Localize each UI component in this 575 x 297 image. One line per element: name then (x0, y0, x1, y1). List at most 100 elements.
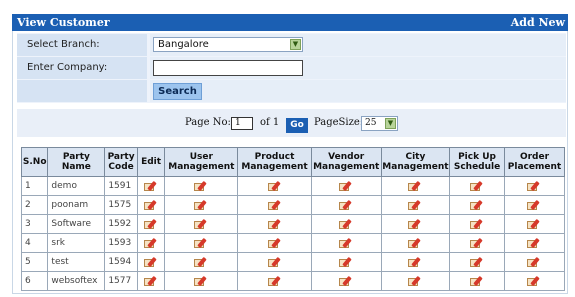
cell-name: websoftex (47, 271, 106, 291)
edit-icon[interactable] (194, 256, 208, 268)
edit-icon[interactable] (194, 218, 208, 230)
edit-icon[interactable] (339, 256, 353, 268)
cell-sno: 3 (20, 214, 49, 234)
edit-icon[interactable] (527, 275, 541, 287)
pagination-bar: Page No: 1 of 1 Go PageSize: 25 ▼ (17, 109, 566, 137)
cell-vendor-management (310, 214, 382, 234)
column-header: Party Code (104, 147, 138, 177)
cell-order-placement (503, 252, 566, 272)
cell-vendor-management (310, 233, 382, 253)
table-row: 3 Software 1592 (20, 214, 566, 234)
edit-icon[interactable] (267, 275, 282, 287)
edit-icon[interactable] (339, 275, 353, 287)
cell-city-management (380, 271, 451, 291)
edit-icon[interactable] (194, 237, 208, 249)
edit-icon[interactable] (408, 256, 422, 268)
chevron-down-icon[interactable]: ▼ (290, 39, 301, 50)
cell-sno: 6 (20, 271, 49, 291)
column-header: S.No (20, 147, 49, 177)
edit-icon[interactable] (267, 218, 282, 230)
edit-icon[interactable] (267, 180, 282, 192)
cell-pick-up-schedule (449, 195, 505, 215)
edit-icon[interactable] (194, 199, 208, 211)
edit-icon[interactable] (470, 180, 484, 192)
filter-form: Select Branch: Bangalore ▼ Enter Company… (17, 33, 566, 103)
edit-icon[interactable] (470, 199, 484, 211)
search-row-spacer (17, 80, 147, 102)
cell-user-management (164, 271, 239, 291)
edit-icon[interactable] (408, 275, 422, 287)
page-no-label: Page No: (185, 117, 231, 128)
edit-icon[interactable] (527, 256, 541, 268)
cell-product-management (237, 271, 312, 291)
company-label: Enter Company: (17, 57, 147, 79)
cell-user-management (164, 214, 239, 234)
branch-select[interactable]: Bangalore ▼ (153, 37, 303, 52)
column-header: Order Placement (503, 147, 566, 177)
cell-city-management (380, 233, 451, 253)
edit-icon[interactable] (408, 218, 422, 230)
edit-icon[interactable] (267, 237, 282, 249)
cell-edit (136, 176, 166, 196)
panel-header: View Customer Add New (12, 14, 568, 31)
edit-icon[interactable] (339, 199, 353, 211)
edit-icon[interactable] (470, 218, 484, 230)
edit-icon[interactable] (408, 237, 422, 249)
page-size-select[interactable]: 25 ▼ (361, 116, 398, 131)
cell-code: 1594 (104, 252, 138, 272)
edit-icon[interactable] (527, 237, 541, 249)
edit-icon[interactable] (194, 275, 208, 287)
edit-icon[interactable] (339, 237, 353, 249)
chevron-down-icon[interactable]: ▼ (385, 118, 396, 129)
cell-vendor-management (310, 176, 382, 196)
company-input[interactable] (153, 60, 303, 76)
page-size-value: 25 (365, 118, 377, 128)
edit-icon[interactable] (267, 199, 282, 211)
edit-icon[interactable] (194, 180, 208, 192)
column-header: Edit (136, 147, 166, 177)
edit-icon[interactable] (339, 218, 353, 230)
edit-icon[interactable] (527, 218, 541, 230)
edit-icon[interactable] (408, 199, 422, 211)
customer-table: S.No Party Name Party Code Edit User Man… (20, 147, 566, 291)
cell-edit (136, 214, 166, 234)
cell-pick-up-schedule (449, 271, 505, 291)
cell-vendor-management (310, 252, 382, 272)
edit-icon[interactable] (144, 180, 158, 192)
cell-order-placement (503, 176, 566, 196)
column-header: Product Management (237, 147, 312, 177)
cell-sno: 2 (20, 195, 49, 215)
cell-code: 1575 (104, 195, 138, 215)
cell-name: Software (47, 214, 106, 234)
edit-icon[interactable] (144, 275, 158, 287)
edit-icon[interactable] (470, 237, 484, 249)
edit-icon[interactable] (527, 180, 541, 192)
edit-icon[interactable] (527, 199, 541, 211)
add-new-link[interactable]: Add New (511, 14, 565, 31)
go-button[interactable]: Go (286, 118, 308, 133)
edit-icon[interactable] (144, 218, 158, 230)
edit-icon[interactable] (267, 256, 282, 268)
edit-icon[interactable] (144, 237, 158, 249)
edit-icon[interactable] (144, 256, 158, 268)
cell-code: 1577 (104, 271, 138, 291)
cell-sno: 4 (20, 233, 49, 253)
table-row: 1 demo 1591 (20, 176, 566, 196)
cell-product-management (237, 195, 312, 215)
edit-icon[interactable] (408, 180, 422, 192)
edit-icon[interactable] (470, 256, 484, 268)
edit-icon[interactable] (339, 180, 353, 192)
search-button[interactable]: Search (153, 83, 202, 100)
column-header: Party Name (47, 147, 106, 177)
page-number-input[interactable]: 1 (231, 117, 253, 130)
page-size-label: PageSize: (314, 117, 364, 128)
column-header: User Management (164, 147, 239, 177)
column-header: City Management (380, 147, 451, 177)
cell-pick-up-schedule (449, 214, 505, 234)
cell-city-management (380, 214, 451, 234)
edit-icon[interactable] (144, 199, 158, 211)
table-row: 4 srk 1593 (20, 233, 566, 253)
edit-icon[interactable] (470, 275, 484, 287)
cell-user-management (164, 252, 239, 272)
table-row: 5 test 1594 (20, 252, 566, 272)
